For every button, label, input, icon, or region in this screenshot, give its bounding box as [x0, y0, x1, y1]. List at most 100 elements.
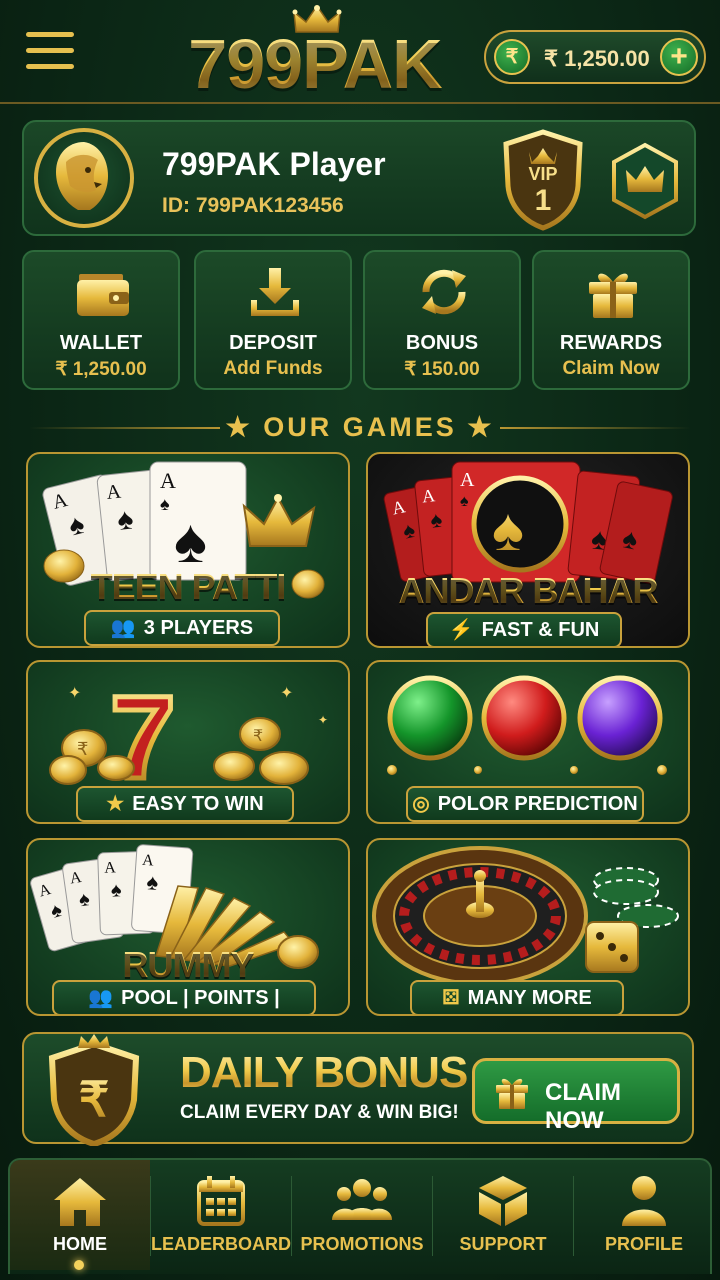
nav-label: SUPPORT — [459, 1234, 547, 1254]
rupee-shield-icon: ₹ — [48, 1034, 140, 1146]
svg-text:A: A — [460, 469, 475, 491]
game-card-rummy[interactable]: A♠ A♠ A♠ A♠ RUMMY 👥POOL | POINTS | DEALS — [26, 838, 350, 1016]
calendar-icon — [197, 1176, 245, 1226]
quick-title: BONUS — [405, 332, 479, 354]
svg-text:A: A — [105, 481, 122, 504]
nav-home[interactable]: HOME — [10, 1160, 150, 1270]
quick-sub: Claim Now — [562, 358, 660, 379]
group-icon — [332, 1179, 392, 1220]
vip-badge[interactable]: VIP 1 — [502, 128, 584, 232]
game-tag-label: MANY MORE — [467, 987, 592, 1009]
game-tag-label: POLOR PREDICTION — [437, 793, 638, 815]
game-card-color-prediction[interactable]: ◎ POLOR PREDICTION — [366, 660, 690, 824]
game-tag-label: EASY TO WIN — [132, 793, 264, 815]
nav-profile[interactable]: PROFILE — [574, 1160, 714, 1270]
target-icon: ◎ — [412, 793, 430, 815]
dice-icon: ⚄ — [442, 987, 460, 1009]
game-tag: ⚄ MANY MORE — [410, 980, 624, 1014]
game-tag: 👥 3 PLAYERS — [84, 610, 280, 646]
quick-bonus[interactable]: BONUS ₹ 150.00 — [363, 250, 521, 390]
svg-text:♠: ♠ — [146, 869, 160, 895]
logo-text: 799PAK — [170, 24, 460, 104]
bolt-icon: ⚡ — [448, 619, 474, 641]
game-card-teen-patti[interactable]: A ♠ A ♠ A ♠ ♠ TEEN PATTI 👥 3 PLAYERS — [26, 452, 350, 648]
svg-text:A: A — [104, 859, 117, 876]
profile-card: 799PAK Player ID: 799PAK123456 VIP 1 — [22, 120, 696, 236]
svg-text:♠: ♠ — [460, 493, 469, 510]
game-tag: ⚡ FAST & FUN — [426, 612, 622, 646]
svg-text:A: A — [421, 485, 436, 506]
daily-bonus-subtitle: CLAIM EVERY DAY & WIN BIG! — [180, 1102, 459, 1123]
gift-icon — [589, 273, 637, 318]
player-id: ID: 799PAK123456 — [162, 194, 344, 217]
rupee-coin-icon: ₹ — [494, 39, 530, 75]
nav-leaderboard[interactable]: LEADERBOARD — [151, 1160, 291, 1270]
game-title: TEEN PATTI — [28, 566, 348, 608]
gift-icon — [496, 1078, 528, 1109]
box-icon — [479, 1176, 527, 1226]
quick-actions: WALLET ₹ 1,250.00 DEPOSIT Add Funds BONU… — [22, 250, 696, 390]
avatar[interactable] — [34, 128, 134, 228]
quick-title: DEPOSIT — [229, 332, 317, 354]
quick-rewards[interactable]: REWARDS Claim Now — [532, 250, 690, 390]
star-icon: ★ — [106, 793, 125, 815]
quick-wallet[interactable]: WALLET ₹ 1,250.00 — [22, 250, 180, 390]
lion-icon — [56, 142, 108, 210]
logo: 799PAK — [170, 2, 460, 104]
game-title: ANDAR BAHAR — [368, 570, 688, 612]
quick-deposit[interactable]: DEPOSIT Add Funds — [194, 250, 352, 390]
game-tag: ★ EASY TO WIN — [76, 786, 294, 822]
crown-hexagon-icon[interactable] — [610, 142, 680, 220]
person-icon — [622, 1176, 666, 1226]
wallet-icon — [77, 274, 129, 316]
game-tag: 👥 POOL | POINTS | DEALS — [52, 980, 316, 1014]
svg-text:♠: ♠ — [111, 879, 123, 901]
game-card-many-more[interactable]: ⚄ MANY MORE — [366, 838, 690, 1016]
balance-amount: ₹ 1,250.00 — [544, 46, 650, 71]
quick-sub: ₹ 1,250.00 — [55, 359, 147, 380]
menu-button[interactable] — [26, 32, 74, 74]
nav-support[interactable]: SUPPORT — [433, 1160, 573, 1270]
svg-text:A: A — [142, 852, 155, 870]
game-tag-label: 3 PLAYERS — [143, 617, 254, 639]
users-icon: 👥 — [110, 617, 136, 639]
quick-sub: Add Funds — [223, 358, 323, 379]
quick-sub: ₹ 150.00 — [404, 359, 480, 380]
quick-title: REWARDS — [559, 332, 663, 354]
game-tag: ◎ POLOR PREDICTION — [406, 786, 644, 822]
app-header: 799PAK ₹ ₹ 1,250.00 + — [0, 0, 720, 104]
quick-title: WALLET — [59, 332, 143, 354]
claim-now-label: CLAIM NOW — [545, 1079, 621, 1134]
svg-text:₹: ₹ — [77, 739, 88, 759]
svg-text:✦: ✦ — [280, 685, 293, 702]
svg-text:A: A — [160, 468, 176, 493]
menu-bar — [26, 32, 74, 37]
game-tag-label: POOL | POINTS | DEALS — [121, 987, 280, 1009]
daily-bonus-banner: ₹ DAILY BONUS CLAIM EVERY DAY & WIN BIG!… — [22, 1032, 694, 1146]
divider — [500, 427, 690, 429]
game-card-andar-bahar[interactable]: A ♠ A ♠ A ♠ ♠ ♠ ♠ ANDAR BAHAR ⚡ FAST & FUN — [366, 452, 690, 648]
active-indicator — [74, 1260, 84, 1270]
balance-pill[interactable]: ₹ ₹ 1,250.00 + — [484, 30, 706, 84]
nav-label: HOME — [53, 1234, 107, 1254]
claim-now-button[interactable]: CLAIM NOW — [472, 1058, 680, 1134]
game-card-slots[interactable]: 7 ₹ ₹ ✦ ✦ ✦ ★ EASY TO WIN — [26, 660, 350, 824]
bottom-nav: HOME LEADERBOARD PROMOTIONS SUPPORT PROF… — [8, 1158, 712, 1274]
svg-text:7: 7 — [110, 672, 176, 804]
svg-text:♠: ♠ — [160, 494, 170, 514]
users-icon: 👥 — [88, 987, 114, 1009]
section-header: ★ OUR GAMES ★ — [0, 408, 720, 448]
nav-label: PROMOTIONS — [300, 1234, 424, 1254]
menu-bar — [26, 48, 74, 53]
nav-label: LEADERBOARD — [151, 1234, 292, 1254]
player-name: 799PAK Player — [162, 146, 386, 182]
daily-bonus-title: DAILY BONUS — [180, 1048, 468, 1097]
game-tag-label: FAST & FUN — [481, 619, 600, 641]
vip-label: VIP — [528, 164, 558, 184]
nav-promotions[interactable]: PROMOTIONS — [292, 1160, 432, 1270]
svg-text:♠: ♠ — [492, 496, 524, 563]
add-funds-button[interactable]: + — [660, 38, 698, 76]
download-icon — [251, 268, 299, 316]
refresh-icon — [422, 269, 466, 315]
vip-level: 1 — [534, 184, 552, 217]
